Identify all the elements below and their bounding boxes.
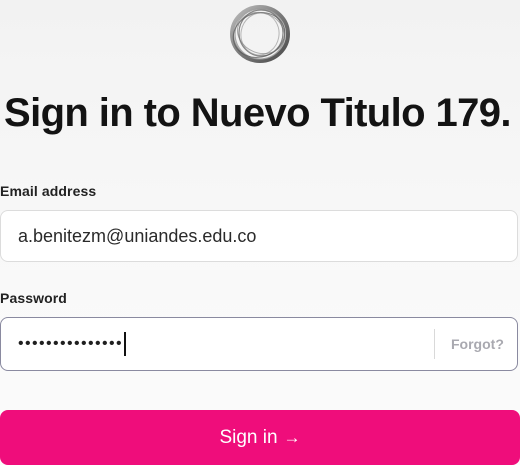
- sign-in-button[interactable]: Sign in →: [0, 410, 520, 465]
- password-field[interactable]: ••••••••••••••• Forgot?: [0, 317, 518, 371]
- ring-logo-icon: [230, 5, 290, 63]
- email-label: Email address: [0, 183, 97, 199]
- email-value[interactable]: a.benitezm@uniandes.edu.co: [18, 211, 256, 261]
- page-title: Sign in to Nuevo Titulo 179.: [4, 91, 512, 135]
- arrow-right-icon: →: [283, 428, 301, 447]
- text-caret: [124, 332, 126, 356]
- sign-in-label: Sign in: [219, 426, 278, 448]
- password-dots-text: •••••••••••••••: [18, 335, 124, 352]
- email-field[interactable]: a.benitezm@uniandes.edu.co: [0, 210, 518, 262]
- forgot-password-link[interactable]: Forgot?: [451, 318, 504, 370]
- password-masked-value[interactable]: •••••••••••••••: [18, 318, 126, 370]
- field-divider: [434, 329, 435, 359]
- password-label: Password: [0, 290, 67, 306]
- signin-page: Sign in to Nuevo Titulo 179. Email addre…: [0, 0, 520, 465]
